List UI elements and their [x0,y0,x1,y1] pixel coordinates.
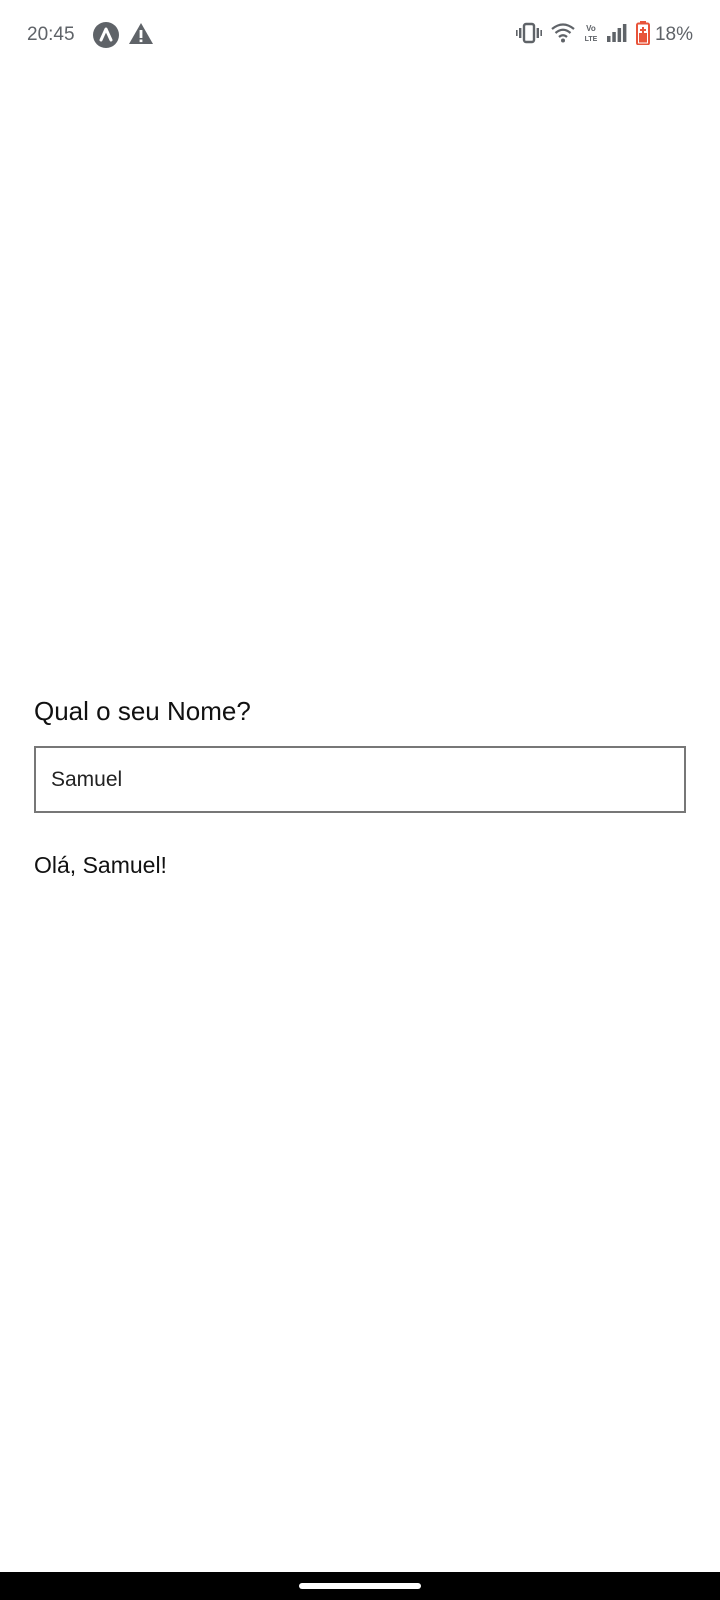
signal-icon [606,23,627,48]
battery-low-icon [635,20,650,50]
app-notification-icon [92,21,120,49]
vibrate-icon [515,22,542,49]
wifi-icon [551,22,575,48]
svg-text:LTE: LTE [585,36,598,43]
volte-icon: Vo LTE [584,22,598,49]
name-input[interactable] [34,746,686,813]
navigation-bar [0,1572,720,1600]
status-time: 20:45 [27,24,75,45]
status-right-group: Vo LTE 18% [507,20,693,50]
greeting-text: Olá, Samuel! [34,852,167,878]
gesture-handle[interactable] [299,1583,421,1589]
name-question-label: Qual o seu Nome? [34,696,251,726]
status-bar: 20:45 Vo LTE 18% [0,0,720,70]
svg-text:Vo: Vo [586,24,596,33]
battery-percent: 18% [654,24,693,45]
warning-icon [128,21,156,49]
